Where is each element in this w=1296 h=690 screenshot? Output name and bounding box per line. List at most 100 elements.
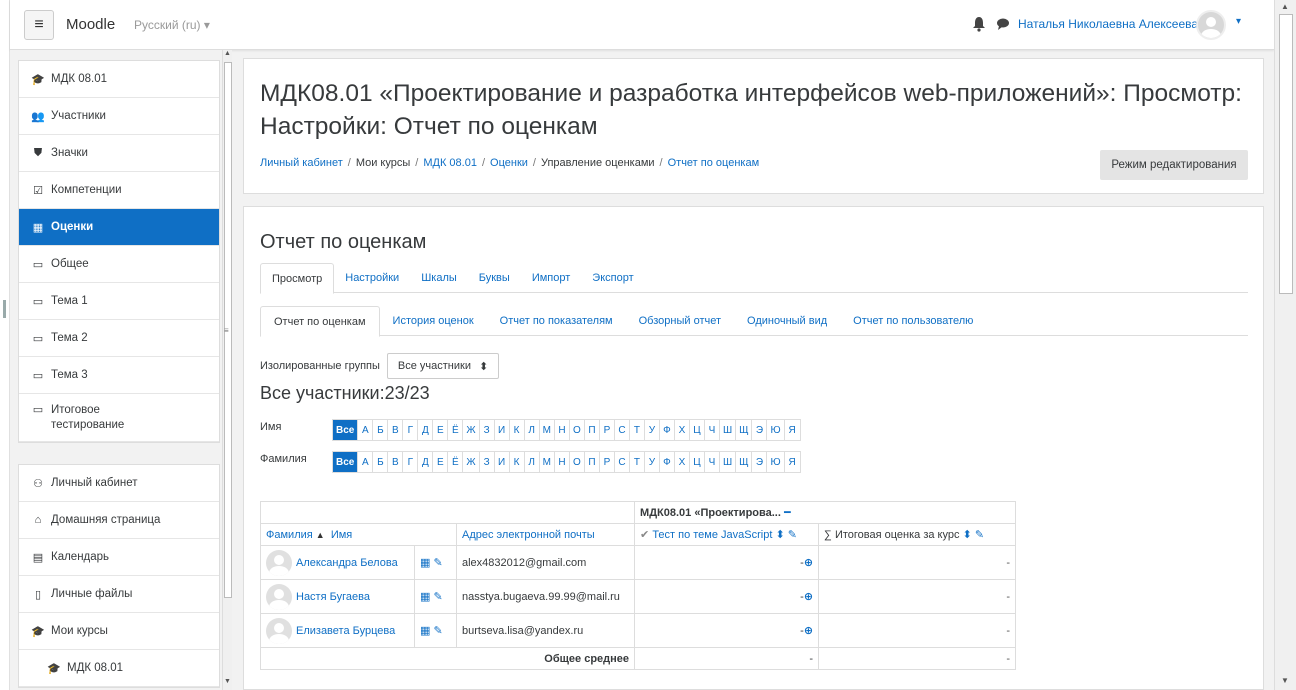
student-cell[interactable]: Настя Бугаева [260, 579, 415, 614]
grid-icon[interactable]: ▦ [420, 557, 430, 569]
lastname-initial-8[interactable]: Ж [463, 452, 480, 472]
firstname-initial-22[interactable]: Х [675, 420, 690, 440]
tab-scales[interactable]: Шкалы [410, 263, 468, 293]
firstname-initial-13[interactable]: М [540, 420, 555, 440]
lastname-initial-10[interactable]: И [495, 452, 510, 472]
student-cell[interactable]: Елизавета Бурцева [260, 613, 415, 648]
lastname-initial-1[interactable]: А [358, 452, 374, 472]
lastname-initial-26[interactable]: Щ [736, 452, 753, 472]
sort-updown-icon[interactable]: ⬍ [775, 529, 784, 541]
lastname-initial-29[interactable]: Я [785, 452, 800, 472]
lastname-initial-15[interactable]: О [570, 452, 585, 472]
student-name[interactable]: Александра Белова [296, 557, 398, 569]
grid-icon[interactable]: ▦ [420, 625, 430, 637]
lastname-initial-22[interactable]: Х [675, 452, 690, 472]
avatar[interactable] [266, 549, 292, 576]
lastname-initial-25[interactable]: Ш [720, 452, 737, 472]
grade-cell[interactable]: -⊕ [634, 579, 820, 614]
drawer-item-course-link[interactable]: 🎓 МДК 08.01 [19, 650, 219, 687]
tab-import[interactable]: Импорт [521, 263, 581, 293]
lastname-initial-17[interactable]: Р [600, 452, 615, 472]
lastname-initial-2[interactable]: Б [373, 452, 389, 472]
total-cell[interactable]: - [818, 579, 1017, 614]
firstname-initial-7[interactable]: Ё [448, 420, 464, 440]
scroll-down-icon[interactable]: ▼ [224, 678, 231, 685]
drawer-item-general[interactable]: ▭ Общее [19, 246, 219, 283]
tab-outcomes-report[interactable]: Отчет по показателям [487, 306, 626, 336]
firstname-initial-27[interactable]: Э [752, 420, 768, 440]
firstname-initial-28[interactable]: Ю [767, 420, 785, 440]
tab-export[interactable]: Экспорт [581, 263, 644, 293]
sort-firstname-link[interactable]: Имя [331, 529, 352, 541]
language-selector[interactable]: Русский (ru) ▾ [134, 18, 210, 32]
scroll-up-icon[interactable]: ▲ [1281, 2, 1289, 11]
drawer-item-participants[interactable]: 👥 Участники [19, 98, 219, 135]
breadcrumb-grader-report[interactable]: Отчет по оценкам [668, 157, 760, 169]
lastname-initial-16[interactable]: П [585, 452, 600, 472]
lastname-initial-0[interactable]: Все [333, 452, 359, 472]
drawer-scrollbar[interactable]: ▲ ≡ ▼ [222, 50, 232, 690]
lastname-initial-20[interactable]: У [645, 452, 660, 472]
lastname-initial-21[interactable]: Ф [660, 452, 675, 472]
edit-mode-button[interactable]: Режим редактирования [1100, 150, 1248, 180]
zoom-icon[interactable]: ⊕ [804, 557, 813, 569]
firstname-initial-14[interactable]: Н [555, 420, 570, 440]
tab-letters[interactable]: Буквы [468, 263, 521, 293]
pencil-icon[interactable]: ✎ [788, 529, 797, 541]
lastname-initial-3[interactable]: В [388, 452, 404, 472]
email-column-header[interactable]: Адрес электронной почты [455, 523, 636, 546]
tab-grade-history[interactable]: История оценок [380, 306, 487, 336]
pencil-icon[interactable]: ✎ [975, 529, 984, 541]
firstname-initial-20[interactable]: У [645, 420, 660, 440]
tab-grader-report[interactable]: Отчет по оценкам [260, 306, 380, 337]
drawer-item-badges[interactable]: ⛊ Значки [19, 135, 219, 172]
tab-setup[interactable]: Настройки [334, 263, 410, 293]
site-brand[interactable]: Moodle [66, 16, 115, 33]
collapse-icon[interactable]: ━ [784, 507, 791, 519]
firstname-initial-24[interactable]: Ч [705, 420, 720, 440]
avatar[interactable] [266, 583, 292, 610]
firstname-initial-9[interactable]: З [480, 420, 495, 440]
lastname-initial-13[interactable]: М [540, 452, 555, 472]
firstname-initial-6[interactable]: Е [433, 420, 449, 440]
drawer-item-home[interactable]: ⌂ Домашняя страница [19, 502, 219, 539]
firstname-initial-17[interactable]: Р [600, 420, 615, 440]
firstname-initial-8[interactable]: Ж [463, 420, 480, 440]
tab-view[interactable]: Просмотр [260, 263, 335, 294]
tab-single-view[interactable]: Одиночный вид [734, 306, 840, 336]
firstname-initial-1[interactable]: А [358, 420, 374, 440]
firstname-initial-2[interactable]: Б [373, 420, 389, 440]
lastname-initial-6[interactable]: Е [433, 452, 449, 472]
breadcrumb-grades[interactable]: Оценки [490, 157, 528, 169]
firstname-initial-18[interactable]: С [615, 420, 630, 440]
user-name[interactable]: Наталья Николаевна Алексеева [1018, 17, 1198, 31]
total-cell[interactable]: - [818, 545, 1017, 580]
lastname-initial-28[interactable]: Ю [767, 452, 785, 472]
firstname-initial-0[interactable]: Все [333, 420, 359, 440]
sort-updown-icon[interactable]: ⬍ [963, 529, 972, 541]
firstname-initial-29[interactable]: Я [785, 420, 800, 440]
lastname-initial-11[interactable]: К [510, 452, 525, 472]
drawer-item-my-courses[interactable]: 🎓 Мои курсы [19, 613, 219, 650]
breadcrumb-course[interactable]: МДК 08.01 [423, 157, 477, 169]
tab-user-report[interactable]: Отчет по пользователю [840, 306, 986, 336]
lastname-initial-7[interactable]: Ё [448, 452, 464, 472]
chat-icon[interactable] [996, 17, 1010, 31]
lastname-initial-12[interactable]: Л [525, 452, 540, 472]
drawer-item-topic-2[interactable]: ▭ Тема 2 [19, 320, 219, 357]
firstname-initial-21[interactable]: Ф [660, 420, 675, 440]
drawer-item-calendar[interactable]: ▤ Календарь [19, 539, 219, 576]
drawer-item-topic-3[interactable]: ▭ Тема 3 [19, 357, 219, 394]
firstname-initial-16[interactable]: П [585, 420, 600, 440]
student-name[interactable]: Елизавета Бурцева [296, 625, 395, 637]
drawer-item-topic-1[interactable]: ▭ Тема 1 [19, 283, 219, 320]
drawer-item-final-test[interactable]: ▭ Итоговое тестирование [19, 394, 219, 442]
firstname-initial-23[interactable]: Ц [690, 420, 705, 440]
firstname-initial-5[interactable]: Д [418, 420, 434, 440]
lastname-initial-23[interactable]: Ц [690, 452, 705, 472]
scroll-down-icon[interactable]: ▼ [1281, 676, 1289, 685]
drawer-item-files[interactable]: ▯ Личные файлы [19, 576, 219, 613]
page-scrollbar[interactable]: ▲ ▼ [1274, 0, 1296, 690]
grade-cell[interactable]: -⊕ [634, 545, 820, 580]
tab-overview-report[interactable]: Обзорный отчет [626, 306, 734, 336]
